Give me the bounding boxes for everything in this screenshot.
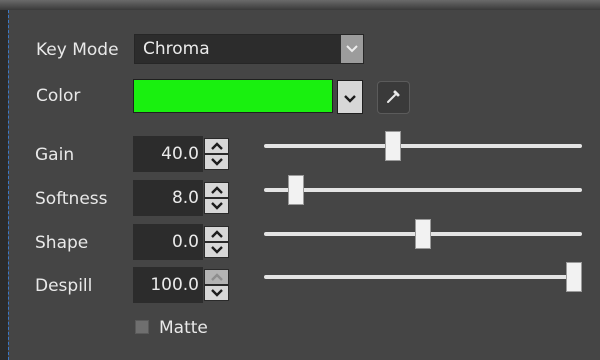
gain-slider[interactable] bbox=[264, 131, 582, 161]
softness-spinner[interactable] bbox=[203, 181, 231, 215]
softness-slider-track[interactable] bbox=[264, 188, 582, 192]
window-top-strip bbox=[0, 0, 600, 10]
eyedropper-icon bbox=[385, 87, 403, 109]
gain-increment-button[interactable] bbox=[204, 138, 229, 154]
shape-label: Shape bbox=[35, 233, 89, 253]
despill-spinner[interactable] bbox=[203, 268, 231, 302]
despill-slider-track[interactable] bbox=[264, 275, 582, 279]
color-swatch[interactable] bbox=[133, 79, 333, 113]
shape-slider-thumb[interactable] bbox=[415, 219, 431, 249]
key-mode-value: Chroma bbox=[143, 39, 210, 59]
chevron-down-icon bbox=[344, 88, 356, 107]
shape-input[interactable]: 0.0 bbox=[133, 224, 203, 260]
despill-increment-button[interactable] bbox=[204, 269, 229, 285]
matte-checkbox[interactable] bbox=[135, 320, 149, 334]
gain-label: Gain bbox=[35, 145, 75, 165]
shape-spinner[interactable] bbox=[203, 225, 231, 259]
gain-spinner[interactable] bbox=[203, 137, 231, 171]
shape-value: 0.0 bbox=[171, 232, 199, 252]
gain-decrement-button[interactable] bbox=[204, 154, 229, 170]
softness-increment-button[interactable] bbox=[204, 182, 229, 198]
softness-label: Softness bbox=[35, 189, 108, 209]
despill-slider-thumb[interactable] bbox=[566, 262, 582, 292]
despill-label: Despill bbox=[35, 276, 93, 296]
color-dropdown-button[interactable] bbox=[337, 80, 363, 114]
gain-value: 40.0 bbox=[161, 144, 199, 164]
softness-slider[interactable] bbox=[264, 175, 582, 205]
softness-decrement-button[interactable] bbox=[204, 198, 229, 214]
color-label: Color bbox=[36, 86, 81, 106]
despill-slider[interactable] bbox=[264, 262, 582, 292]
shape-decrement-button[interactable] bbox=[204, 242, 229, 258]
gain-input[interactable]: 40.0 bbox=[133, 136, 203, 172]
key-mode-label: Key Mode bbox=[36, 40, 119, 60]
matte-label: Matte bbox=[159, 318, 208, 338]
despill-input[interactable]: 100.0 bbox=[133, 267, 203, 303]
despill-value: 100.0 bbox=[150, 275, 199, 295]
softness-value: 8.0 bbox=[171, 188, 199, 208]
chevron-down-icon[interactable] bbox=[341, 35, 363, 63]
shape-increment-button[interactable] bbox=[204, 226, 229, 242]
gain-slider-thumb[interactable] bbox=[384, 131, 401, 161]
shape-slider[interactable] bbox=[264, 219, 582, 249]
despill-decrement-button[interactable] bbox=[204, 285, 229, 301]
eyedropper-button[interactable] bbox=[377, 81, 410, 114]
softness-input[interactable]: 8.0 bbox=[133, 180, 203, 216]
key-mode-dropdown[interactable]: Chroma bbox=[134, 34, 364, 64]
gain-slider-track[interactable] bbox=[264, 144, 582, 148]
softness-slider-thumb[interactable] bbox=[288, 175, 305, 205]
